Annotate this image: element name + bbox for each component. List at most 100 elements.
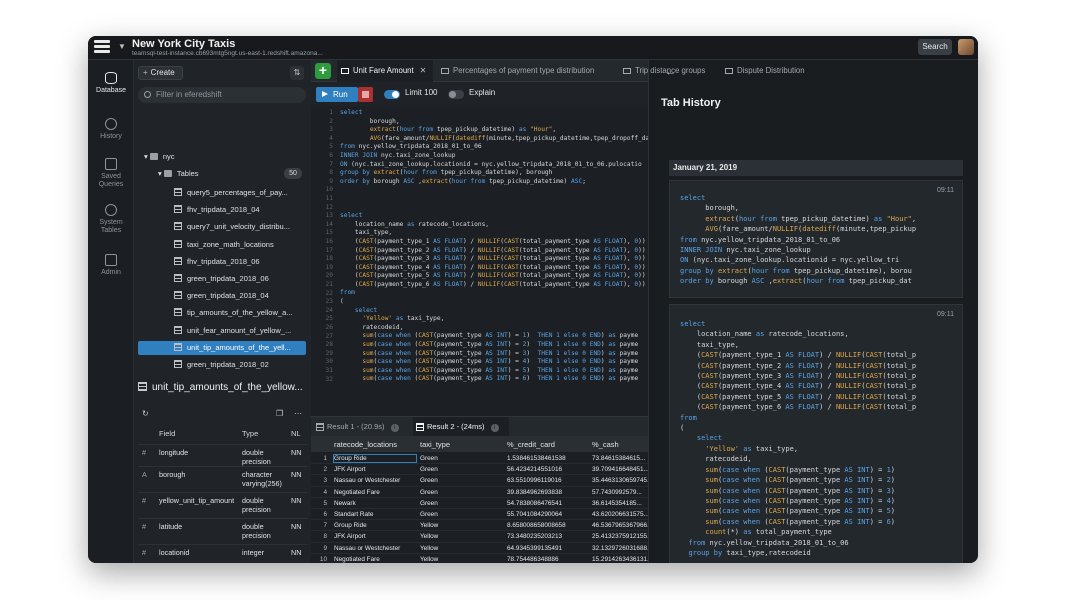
table-cell[interactable]: 36.6145354185...	[592, 500, 648, 507]
tab-payment-distribution[interactable]: Percentages of payment type distribution	[437, 60, 601, 82]
run-button[interactable]: Run	[316, 87, 358, 102]
history-entry[interactable]: 09:11 select location_name as ratecode_l…	[669, 304, 963, 563]
table-cell[interactable]: Negotiated Fare	[334, 556, 416, 563]
tab-result-2[interactable]: Result 2 - (24ms) i	[413, 417, 509, 437]
table-item[interactable]: fhv_tripdata_2018_04	[174, 203, 304, 217]
table-row[interactable]: 3 Nassau or Westchester Green 63.5510996119…	[311, 475, 648, 487]
table-cell[interactable]: Standart Rate	[334, 511, 416, 518]
table-cell[interactable]: 1.538461538461538	[507, 455, 589, 462]
tab-result-1[interactable]: Result 1 - (20.9s) i	[313, 417, 409, 437]
table-cell[interactable]: Group Ride	[333, 454, 417, 463]
close-icon[interactable]: ✕	[420, 66, 427, 75]
table-cell[interactable]: Yellow	[420, 545, 500, 552]
table-item[interactable]: unit_tip_amounts_of_the_yell...	[138, 340, 306, 355]
stop-button[interactable]	[358, 87, 373, 102]
table-cell[interactable]: 57.7430992579...	[592, 489, 648, 496]
table-item[interactable]: green_tripdata_2018_02	[174, 358, 304, 372]
table-cell[interactable]: 35.4463130659745...	[592, 477, 648, 484]
table-cell[interactable]: 46.5367965367966...	[592, 522, 648, 529]
sort-icon[interactable]: ⇅	[290, 66, 304, 80]
table-row[interactable]: 2 JFK Airport Green 56.4234214551016 39.7094…	[311, 464, 648, 476]
more-icon[interactable]: ⋯	[294, 409, 302, 418]
rail-system-tables[interactable]: System Tables	[88, 204, 134, 235]
table-row[interactable]: 7 Group Ride Yellow 8.658008658008658 46.536…	[311, 520, 648, 532]
table-cell[interactable]: Green	[420, 511, 500, 518]
table-item[interactable]: unit_fear_amount_of_yellow_...	[174, 324, 304, 338]
table-cell[interactable]: Newark	[334, 500, 416, 507]
search-button[interactable]: Search	[918, 39, 952, 55]
history-entry[interactable]: 09:11 select borough, extract(hour from …	[669, 180, 963, 298]
table-cell[interactable]: 55.7041084290064	[507, 511, 589, 518]
table-row[interactable]: 5 Newark Green 54.7838086476541 36.614535418…	[311, 498, 648, 509]
info-icon[interactable]: i	[390, 424, 399, 432]
table-cell[interactable]: 56.4234214551016	[507, 466, 589, 473]
rail-database[interactable]: Database	[88, 72, 134, 95]
table-cell[interactable]: 78.754486348886	[507, 556, 589, 563]
copy-icon[interactable]: ❐	[276, 409, 283, 418]
rail-history[interactable]: History	[88, 118, 134, 141]
limit-toggle[interactable]	[384, 90, 400, 99]
filter-input[interactable]: Filter in eferedshift	[138, 87, 306, 103]
explain-toggle[interactable]	[448, 90, 464, 99]
table-item[interactable]: tip_amounts_of_the_yellow_a...	[174, 306, 304, 320]
field-row[interactable]: # latitude double precision NN	[138, 518, 308, 544]
table-cell[interactable]: Green	[420, 455, 500, 462]
table-cell[interactable]: 64.9345399135491	[507, 545, 589, 552]
rail-saved-queries[interactable]: Saved Queries	[88, 158, 134, 189]
table-cell[interactable]: Negotiated Fare	[334, 489, 416, 496]
field-row[interactable]: # locationid integer NN	[138, 544, 308, 563]
table-row[interactable]: 10 Negotiated Fare Yellow 78.754486348886 15…	[311, 554, 648, 563]
table-cell[interactable]: 43.620206631575...	[592, 511, 648, 518]
table-row[interactable]: 6 Standart Rate Green 55.7041084290064 43.62…	[311, 509, 648, 521]
create-button[interactable]: + Create	[138, 66, 183, 80]
table-cell[interactable]: Nassau or Westchester	[334, 545, 416, 552]
refresh-icon[interactable]: ↻	[142, 409, 149, 418]
table-cell[interactable]: 54.7838086476541	[507, 500, 589, 507]
tree-schema-nyc[interactable]: ▾ nyc	[144, 150, 175, 164]
table-cell[interactable]: JFK Airport	[334, 466, 416, 473]
menu-logo-icon[interactable]	[94, 40, 110, 56]
table-item[interactable]: query7_unit_velocity_distribu...	[174, 220, 304, 234]
table-item[interactable]: query5_percentages_of_pay...	[174, 186, 304, 200]
new-tab-button[interactable]: +	[315, 63, 331, 79]
table-cell[interactable]: 25.4132375912155...	[592, 533, 648, 540]
table-cell[interactable]: 39.8384962693838	[507, 489, 589, 496]
table-cell[interactable]: 15.2914263436131...	[592, 556, 648, 563]
table-cell[interactable]: Green	[420, 466, 500, 473]
table-cell[interactable]: Yellow	[420, 533, 500, 540]
avatar[interactable]	[958, 39, 974, 55]
column-header[interactable]: %_cash	[592, 440, 619, 449]
table-cell[interactable]: 8.658008658008658	[507, 522, 589, 529]
column-header[interactable]: ratecode_locations	[334, 440, 397, 449]
tab-dispute-distribution[interactable]: Dispute Distribution	[721, 60, 811, 82]
table-cell[interactable]: 39.709416648451...	[592, 466, 648, 473]
chevron-down-icon[interactable]: ▼	[118, 42, 126, 51]
table-cell[interactable]: JFK Airport	[334, 533, 416, 540]
table-row[interactable]: 8 JFK Airport Yellow 73.3480235203213 25.413…	[311, 531, 648, 543]
table-item[interactable]: green_tripdata_2018_06	[174, 272, 304, 286]
sql-editor[interactable]: 1 2 3 4 5 6 7 8 9 10 11 12 13 14 15 16 17 18 19 20 21 22 23 24 2…	[311, 106, 648, 416]
table-cell[interactable]: Nassau or Westchester	[334, 477, 416, 484]
tree-tables-folder[interactable]: ▾ Tables	[158, 167, 199, 181]
field-row[interactable]: # yellow_unit_tip_amount double precision N…	[138, 492, 308, 518]
table-cell[interactable]: Green	[420, 477, 500, 484]
field-row[interactable]: # longitude double precision NN	[138, 444, 308, 466]
table-item[interactable]: green_tripdata_2018_04	[174, 289, 304, 303]
table-cell[interactable]: Green	[420, 500, 500, 507]
table-cell[interactable]: 63.5510996119016	[507, 477, 589, 484]
column-header[interactable]: %_credit_card	[507, 440, 555, 449]
table-row[interactable]: 1 Group Ride Green 1.538461538461538 73.8461…	[311, 453, 648, 465]
table-cell[interactable]: Green	[420, 489, 500, 496]
table-cell[interactable]: 73.84615384615...	[592, 455, 648, 462]
table-cell[interactable]: Group Ride	[334, 522, 416, 529]
info-icon[interactable]: i	[490, 424, 499, 432]
column-header[interactable]: taxi_type	[420, 440, 450, 449]
rail-admin[interactable]: Admin	[88, 254, 134, 277]
table-cell[interactable]: Yellow	[420, 556, 500, 563]
table-cell[interactable]: Yellow	[420, 522, 500, 529]
table-row[interactable]: 4 Negotiated Fare Green 39.8384962693838 57.…	[311, 487, 648, 498]
tab-trip-distance[interactable]: Trip distance groups	[619, 60, 715, 82]
table-cell[interactable]: 73.3480235203213	[507, 533, 589, 540]
tab-unit-fare-amount[interactable]: Unit Fare Amount ✕	[337, 60, 433, 82]
table-row[interactable]: 9 Nassau or Westchester Yellow 64.934539913…	[311, 543, 648, 554]
